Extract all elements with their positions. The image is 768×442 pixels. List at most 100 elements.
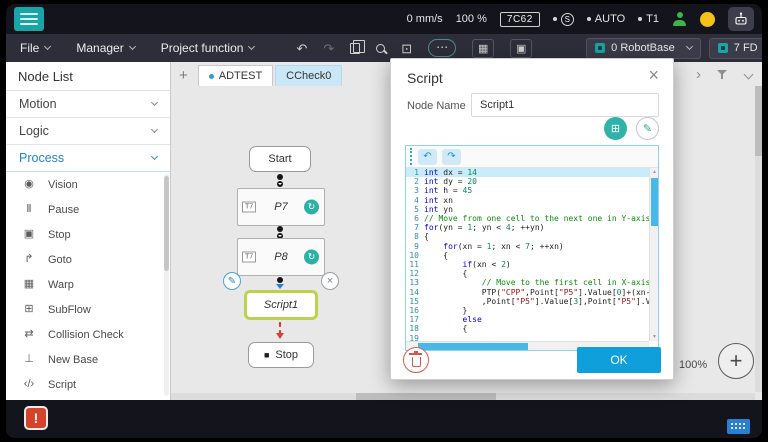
connector-p8-script[interactable] <box>277 277 283 283</box>
tab-adtest[interactable]: ADTEST <box>198 65 273 86</box>
code-line-10[interactable]: 10 { <box>406 251 649 260</box>
edit-node-button[interactable] <box>223 272 241 290</box>
redo-icon[interactable]: ↷ <box>323 42 334 55</box>
robot-base-dropdown[interactable]: 0 RobotBase <box>586 38 701 59</box>
grid-view-icon[interactable]: ▦ <box>472 39 494 58</box>
user-icon[interactable] <box>672 12 687 26</box>
sidebar-scrollbar[interactable] <box>164 174 169 396</box>
out-port-icon[interactable] <box>277 174 283 180</box>
warning-alert-button[interactable]: ! <box>24 406 48 430</box>
ok-button[interactable]: OK <box>577 347 661 373</box>
line-number: 3 <box>406 186 424 195</box>
flow-node-stop[interactable]: Stop <box>248 342 314 368</box>
code-line-16[interactable]: 16 } <box>406 306 649 315</box>
scrollbar-thumb[interactable] <box>164 176 169 271</box>
sidebar-item-pause[interactable]: ⅡPause <box>6 197 170 222</box>
scroll-down-icon[interactable]: ▼ <box>650 333 659 341</box>
menu-file[interactable]: File <box>20 41 50 55</box>
sidebar-item-collision-check[interactable]: ⇄Collision Check <box>6 322 170 347</box>
code-line-6[interactable]: 6// Move from one cell to the next one i… <box>406 214 649 223</box>
connector-start-p7[interactable] <box>277 174 283 187</box>
scrollbar-thumb[interactable] <box>418 343 528 350</box>
add-tab-button[interactable]: + <box>179 68 188 83</box>
insert-keypad-button[interactable] <box>604 117 627 140</box>
scrollbar-thumb[interactable] <box>755 86 762 156</box>
editor-redo-icon[interactable]: ↷ <box>442 149 461 165</box>
copy-icon[interactable] <box>350 43 360 54</box>
fd-dropdown[interactable]: 7 FD <box>709 38 762 59</box>
code-line-3[interactable]: 3int h = 45 <box>406 186 649 195</box>
code-line-7[interactable]: 7for(yn = 1; yn < 4; ++yn) <box>406 223 649 232</box>
scrollbar-thumb[interactable] <box>356 393 496 400</box>
panel-view-icon[interactable]: ▣ <box>510 39 532 58</box>
menu-manager[interactable]: Manager <box>76 41 134 55</box>
node-name-label: Node Name <box>407 100 466 112</box>
status-indicator-icon[interactable] <box>700 12 715 27</box>
zoom-in-button[interactable]: + <box>718 343 754 379</box>
delete-node-button[interactable] <box>321 272 339 290</box>
delete-script-button[interactable] <box>403 347 429 373</box>
line-number: 2 <box>406 177 424 186</box>
code-line-14[interactable]: 14 PTP("CPP",Point["P5"].Value[0]+(xn-1)… <box>406 288 649 297</box>
flow-node-p7[interactable]: T7 P7 <box>237 188 325 226</box>
code-line-8[interactable]: 8{ <box>406 232 649 241</box>
sidebar-item-goto[interactable]: ↱Goto <box>6 247 170 272</box>
scrollbar-thumb[interactable] <box>651 178 658 226</box>
sidebar-item-warp[interactable]: ▦Warp <box>6 272 170 297</box>
code-line-18[interactable]: 18 { <box>406 324 649 333</box>
code-line-1[interactable]: 1int dx = 14 <box>406 168 649 177</box>
code-area[interactable]: 1int dx = 142int dy = 203int h = 454int … <box>406 168 649 341</box>
close-icon[interactable]: × <box>644 64 663 86</box>
code-line-15[interactable]: 15 ,Point["P5"].Value[3],Point["P5"].Val… <box>406 297 649 306</box>
sidebar-item-script[interactable]: ‹/›Script <box>6 372 170 397</box>
code-line-2[interactable]: 2int dy = 20 <box>406 177 649 186</box>
code-text: } <box>424 306 467 315</box>
sidebar-item-vision[interactable]: ◉Vision <box>6 172 170 197</box>
search-zoom-icon[interactable] <box>376 44 385 53</box>
tab-ccheck0[interactable]: CCheck0 <box>275 65 342 86</box>
sidebar-section-motion[interactable]: Motion <box>6 91 170 118</box>
hamburger-menu-button[interactable] <box>14 7 44 31</box>
node-name-input[interactable] <box>471 93 659 117</box>
code-line-5[interactable]: 5int yn <box>406 205 649 214</box>
canvas-vertical-scrollbar[interactable] <box>755 86 762 392</box>
code-line-11[interactable]: 11 if(xn < 2) <box>406 260 649 269</box>
canvas-horizontal-scrollbar[interactable] <box>171 393 755 400</box>
menu-project-function[interactable]: Project function <box>161 41 255 55</box>
in-port-icon[interactable] <box>277 181 283 187</box>
edit-script-button[interactable] <box>636 117 659 140</box>
sidebar-section-process[interactable]: Process <box>6 145 170 172</box>
script-code-editor[interactable]: ↶ ↷ 1int dx = 142int dy = 203int h = 454… <box>405 145 659 351</box>
robot-icon-button[interactable] <box>728 7 754 31</box>
undo-icon[interactable]: ↶ <box>296 42 307 55</box>
editor-vertical-scrollbar[interactable]: ▲ ▼ <box>649 168 658 341</box>
code-line-19[interactable]: 19 <box>406 334 649 341</box>
collapse-icon[interactable] <box>744 70 754 80</box>
sidebar-item-stop[interactable]: ▣Stop <box>6 222 170 247</box>
more-options-button[interactable]: ⋯ <box>428 39 456 57</box>
code-line-9[interactable]: 9 for(xn = 1; xn < 7; ++xn) <box>406 242 649 251</box>
scroll-up-icon[interactable]: ▲ <box>650 168 659 176</box>
editor-undo-icon[interactable]: ↶ <box>418 149 437 165</box>
sidebar-item-subflow[interactable]: ⊞SubFlow <box>6 297 170 322</box>
script-icon: ‹/› <box>21 379 37 390</box>
code-line-17[interactable]: 17 else <box>406 315 649 324</box>
sidebar-section-logic[interactable]: Logic <box>6 118 170 145</box>
frame-capture-icon[interactable]: ⊡ <box>401 42 412 55</box>
code-line-13[interactable]: 13 // Move to the first cell in X-axis <box>406 278 649 287</box>
script-dialog: Script × Node Name ↶ ↷ 1int dx = 142int … <box>390 58 674 380</box>
out-port-icon[interactable] <box>277 277 283 283</box>
filter-icon[interactable] <box>717 69 729 81</box>
code-line-4[interactable]: 4int xn <box>406 196 649 205</box>
sidebar-item-new-base[interactable]: ⊥New Base <box>6 347 170 372</box>
virtual-keyboard-icon[interactable] <box>727 419 750 434</box>
refresh-icon-button[interactable] <box>304 250 319 265</box>
flow-node-p8[interactable]: T7 P8 <box>237 238 325 276</box>
status-cluster: 0 mm/s 100 % 7C62 S AUTO T1 <box>407 7 754 31</box>
flow-node-script1[interactable]: Script1 <box>244 290 318 320</box>
expand-right-icon[interactable]: › <box>696 67 701 82</box>
refresh-icon-button[interactable] <box>304 200 319 215</box>
out-port-icon[interactable] <box>277 226 283 232</box>
flow-node-start[interactable]: Start <box>249 146 311 172</box>
code-line-12[interactable]: 12 { <box>406 269 649 278</box>
